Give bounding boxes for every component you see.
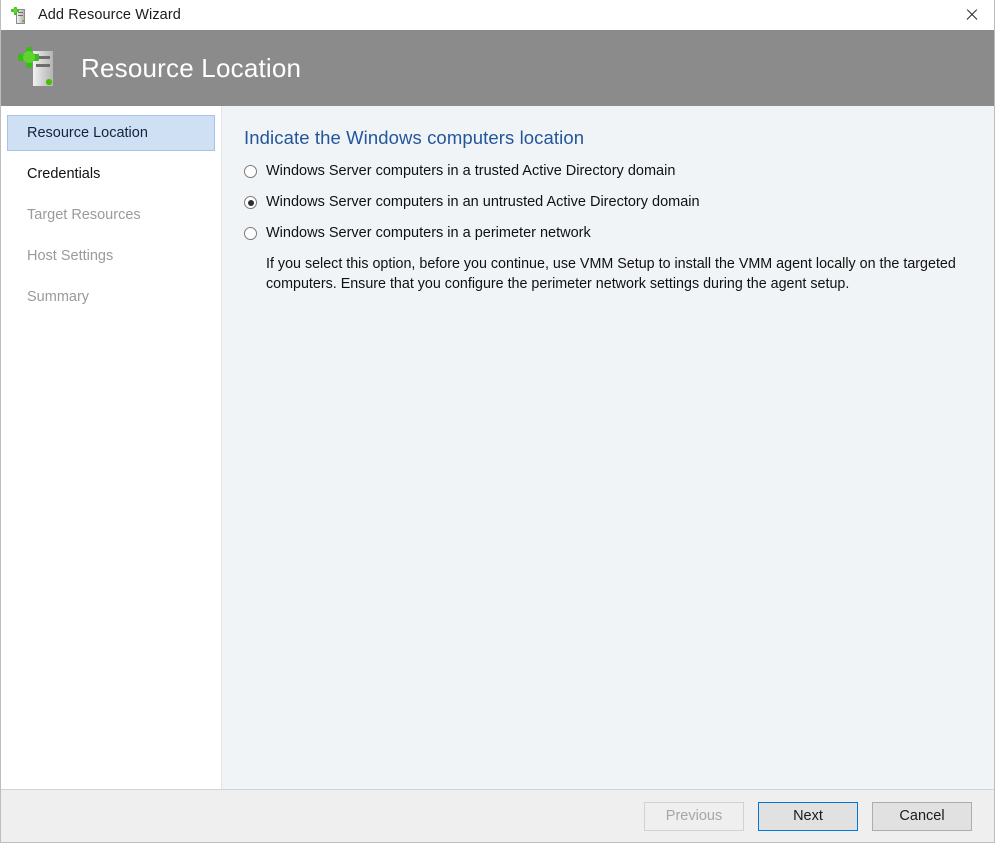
wizard-header: Resource Location (1, 30, 994, 106)
wizard-steps-sidebar: Resource Location Credentials Target Res… (1, 106, 222, 789)
server-add-icon (11, 7, 28, 24)
sidebar-item-label: Host Settings (27, 248, 113, 264)
sidebar-item-target-resources[interactable]: Target Resources (7, 197, 215, 233)
radio-option-label: Windows Server computers in a perimeter … (266, 224, 591, 242)
close-icon (965, 8, 978, 21)
sidebar-item-label: Summary (27, 289, 89, 305)
radio-button-icon-selected[interactable] (244, 196, 257, 209)
sidebar-item-resource-location[interactable]: Resource Location (7, 115, 215, 151)
radio-button-icon[interactable] (244, 165, 257, 178)
radio-button-icon[interactable] (244, 227, 257, 240)
radio-option-label: Windows Server computers in an untrusted… (266, 193, 700, 211)
previous-button[interactable]: Previous (644, 802, 744, 831)
wizard-body: Resource Location Credentials Target Res… (1, 106, 994, 789)
window-title: Add Resource Wizard (38, 7, 181, 23)
sidebar-item-host-settings[interactable]: Host Settings (7, 238, 215, 274)
sidebar-item-label: Credentials (27, 166, 100, 182)
page-title: Resource Location (81, 53, 301, 84)
sidebar-item-summary[interactable]: Summary (7, 279, 215, 315)
wizard-footer: Previous Next Cancel (1, 789, 994, 842)
sidebar-item-credentials[interactable]: Credentials (7, 156, 215, 192)
title-bar: Add Resource Wizard (1, 0, 994, 30)
next-button[interactable]: Next (758, 802, 858, 831)
close-button[interactable] (949, 0, 994, 29)
content-pane: Indicate the Windows computers location … (222, 106, 994, 789)
server-add-icon-large (17, 45, 61, 91)
sidebar-item-label: Resource Location (27, 125, 148, 141)
radio-option-perimeter-network[interactable]: Windows Server computers in a perimeter … (244, 224, 974, 242)
radio-option-trusted-domain[interactable]: Windows Server computers in a trusted Ac… (244, 162, 974, 180)
content-heading: Indicate the Windows computers location (244, 127, 974, 149)
perimeter-network-help-text: If you select this option, before you co… (266, 255, 974, 294)
add-resource-wizard-window: Add Resource Wizard Resource Location Re… (0, 0, 995, 843)
cancel-button[interactable]: Cancel (872, 802, 972, 831)
sidebar-item-label: Target Resources (27, 207, 141, 223)
radio-option-untrusted-domain[interactable]: Windows Server computers in an untrusted… (244, 193, 974, 211)
radio-option-label: Windows Server computers in a trusted Ac… (266, 162, 675, 180)
